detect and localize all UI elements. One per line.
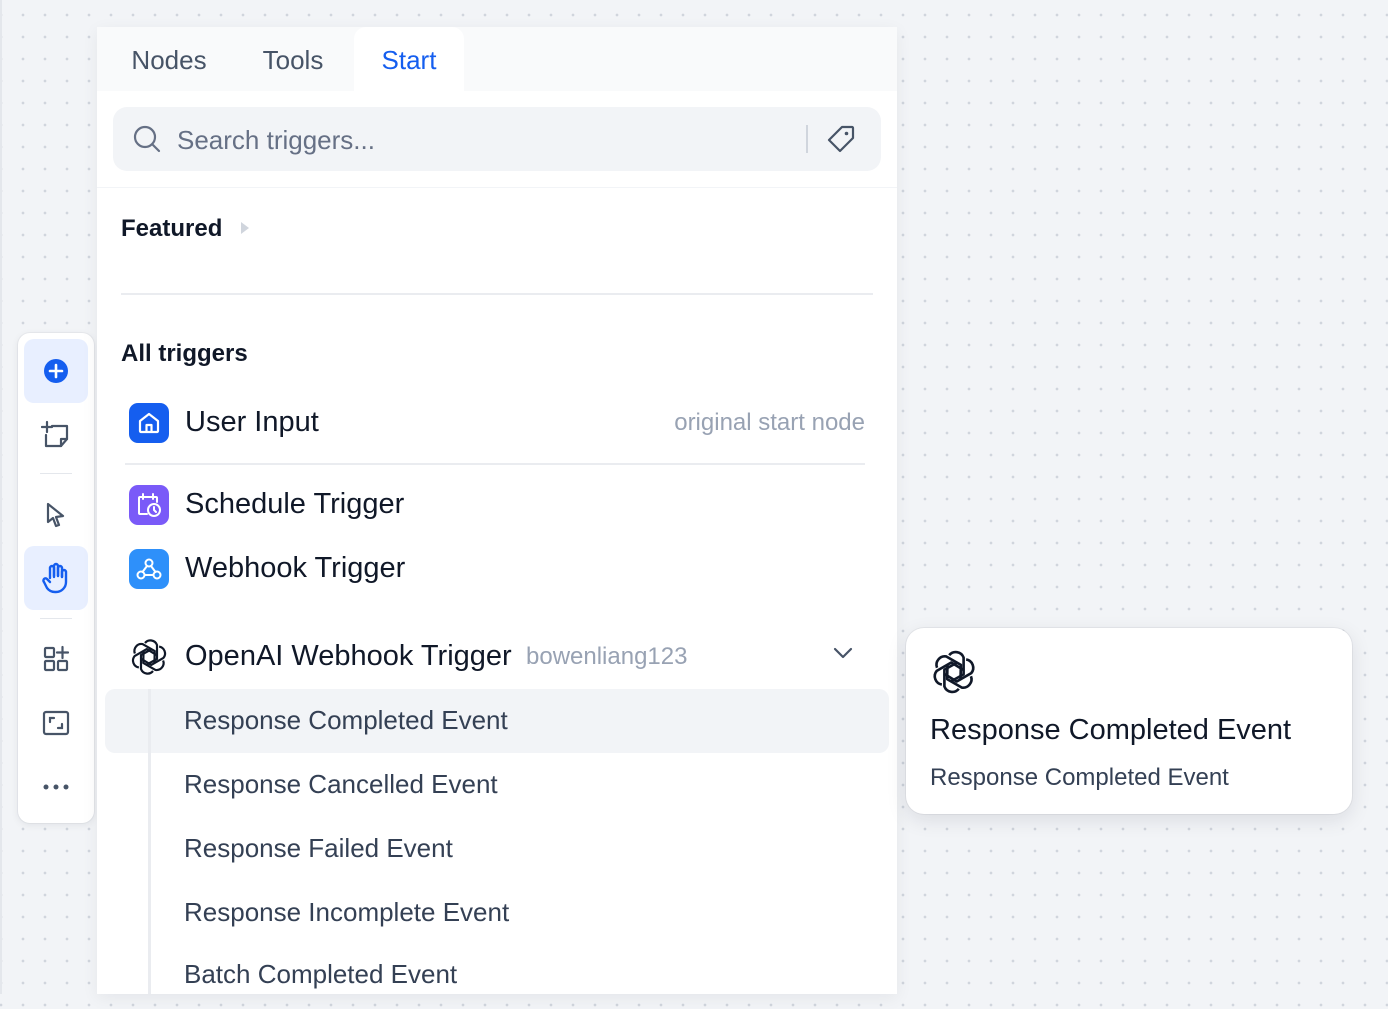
event-batch-completed[interactable]: Batch Completed Event xyxy=(105,945,889,1009)
openai-icon xyxy=(129,637,169,677)
tag-icon xyxy=(827,125,855,153)
tab-bar: Nodes Tools Start xyxy=(97,27,897,91)
search-bar xyxy=(113,107,881,171)
tooltip-description: Response Completed Event xyxy=(930,764,1229,791)
plugin-author: bowenliang123 xyxy=(526,643,688,670)
pointer-icon xyxy=(46,502,65,528)
event-response-cancelled[interactable]: Response Cancelled Event xyxy=(105,753,889,817)
event-tree-line xyxy=(148,689,151,994)
header-divider xyxy=(97,187,897,188)
section-divider xyxy=(121,293,873,295)
webhook-icon xyxy=(129,549,169,589)
event-response-completed[interactable]: Response Completed Event xyxy=(105,689,889,753)
organize-button[interactable] xyxy=(24,627,88,691)
featured-title[interactable]: Featured xyxy=(121,215,222,243)
chevron-down-icon[interactable] xyxy=(833,647,853,659)
calendar-clock-icon xyxy=(129,485,169,525)
plugin-label: OpenAI Webhook Trigger xyxy=(185,640,512,672)
trigger-schedule[interactable]: Schedule Trigger xyxy=(117,477,865,533)
more-button[interactable] xyxy=(24,755,88,819)
trigger-note: original start node xyxy=(674,409,865,436)
tab-nodes[interactable]: Nodes xyxy=(109,27,229,91)
trigger-label: Webhook Trigger xyxy=(185,552,406,584)
pointer-mode-button[interactable] xyxy=(24,483,88,547)
toolbar-divider xyxy=(40,618,72,619)
search-icon xyxy=(133,125,161,153)
canvas-edge xyxy=(0,0,2,994)
search-divider xyxy=(806,125,808,153)
event-label: Batch Completed Event xyxy=(184,959,458,989)
hand-icon xyxy=(42,562,68,594)
event-label: Response Failed Event xyxy=(184,833,453,863)
event-response-failed[interactable]: Response Failed Event xyxy=(105,817,889,881)
fit-view-button[interactable] xyxy=(24,691,88,755)
home-icon xyxy=(129,403,169,443)
all-triggers-title: All triggers xyxy=(121,340,248,367)
tag-filter-button[interactable] xyxy=(823,121,859,157)
trigger-label: Schedule Trigger xyxy=(185,488,405,520)
caret-right-icon[interactable] xyxy=(240,220,250,236)
event-label: Response Completed Event xyxy=(184,705,508,735)
add-note-button[interactable] xyxy=(24,403,88,467)
event-label: Response Incomplete Event xyxy=(184,897,510,927)
tooltip-title: Response Completed Event xyxy=(930,714,1292,746)
event-label: Response Cancelled Event xyxy=(184,769,498,799)
tab-start[interactable]: Start xyxy=(354,27,464,91)
fit-view-icon xyxy=(42,710,70,736)
toolbar-divider xyxy=(40,473,72,474)
add-node-icon xyxy=(44,359,68,383)
workflow-toolbar xyxy=(18,333,94,823)
more-icon xyxy=(43,784,69,790)
tab-tools[interactable]: Tools xyxy=(237,27,349,91)
trigger-divider xyxy=(125,463,865,465)
openai-icon xyxy=(933,650,975,694)
add-note-icon xyxy=(41,420,69,448)
trigger-webhook[interactable]: Webhook Trigger xyxy=(117,541,865,597)
event-response-incomplete[interactable]: Response Incomplete Event xyxy=(105,881,889,945)
trigger-user-input[interactable]: User Input original start node xyxy=(117,395,865,451)
add-node-button[interactable] xyxy=(24,339,88,403)
search-input[interactable] xyxy=(175,115,799,165)
organize-icon xyxy=(43,645,70,672)
event-tooltip: Response Completed Event Response Comple… xyxy=(906,628,1352,814)
hand-mode-button[interactable] xyxy=(24,546,88,610)
trigger-openai-webhook[interactable]: OpenAI Webhook Trigger bowenliang123 xyxy=(117,629,865,685)
trigger-label: User Input xyxy=(185,406,319,438)
block-selector-panel: Nodes Tools Start Featured All triggers xyxy=(97,27,897,994)
